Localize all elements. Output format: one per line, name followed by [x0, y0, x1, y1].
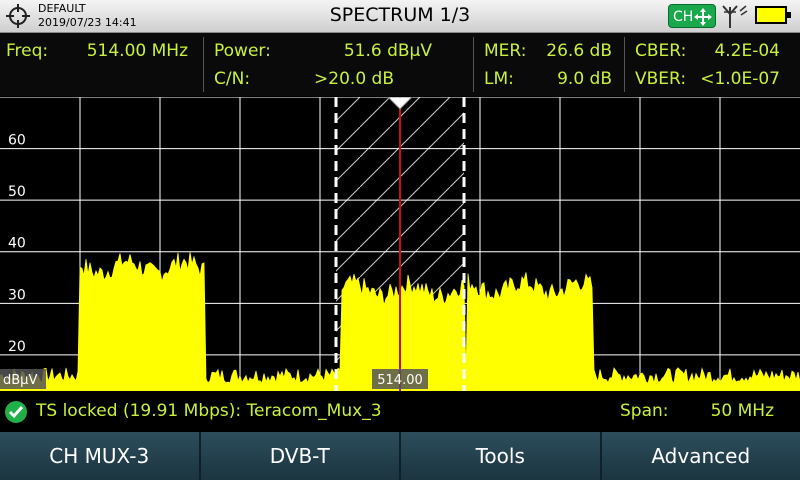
- cn-value: >20.0 dB: [314, 69, 394, 89]
- channel-mode-label: CH: [673, 9, 694, 25]
- cber-label: CBER:: [635, 41, 687, 61]
- power-label: Power:: [214, 41, 271, 61]
- softkey-standard[interactable]: DVB-T: [198, 432, 399, 480]
- antenna-signal-icon: [722, 5, 748, 28]
- check-circle-icon: [5, 401, 27, 423]
- divider: [203, 37, 204, 92]
- span-value: 50 MHz: [710, 401, 774, 421]
- spectrum-plot[interactable]: 20 30 40 50 60 dBµV 514.00: [0, 97, 800, 391]
- span-label: Span:: [620, 401, 669, 421]
- divider: [473, 37, 474, 92]
- ts-lock-status: TS locked (19.91 Mbps): Teracom_Mux_3: [36, 401, 382, 421]
- mer-value: 26.6 dB: [546, 41, 612, 61]
- battery-icon: [755, 6, 791, 24]
- status-bar: TS locked (19.91 Mbps): Teracom_Mux_3 Sp…: [0, 395, 800, 429]
- vber-value: <1.0E-07: [700, 69, 780, 89]
- freq-label: Freq:: [6, 41, 49, 61]
- y-tick-label: 40: [8, 236, 26, 252]
- divider: [624, 37, 625, 92]
- softkey-advanced[interactable]: Advanced: [599, 432, 800, 480]
- measurement-panel: Freq: 514.00 MHz Power: 51.6 dBµV C/N: >…: [0, 33, 800, 96]
- y-axis-ticks: 20 30 40 50 60: [8, 133, 26, 355]
- top-bar: DEFAULT 2019/07/23 14:41 SPECTRUM 1/3 CH: [0, 0, 800, 33]
- move-arrows-icon: [694, 8, 712, 26]
- lm-value: 9.0 dB: [557, 69, 612, 89]
- power-value: 51.6 dBµV: [343, 41, 432, 61]
- marker-frequency-label: 514.00: [377, 373, 423, 388]
- lm-label: LM:: [484, 69, 514, 89]
- softkey-channel[interactable]: CH MUX-3: [0, 432, 199, 480]
- y-tick-label: 20: [8, 339, 26, 355]
- mer-label: MER:: [484, 41, 527, 61]
- y-tick-label: 30: [8, 287, 26, 303]
- y-unit-label: dBµV: [3, 373, 37, 388]
- softkey-tools[interactable]: Tools: [399, 432, 600, 480]
- softkey-bar: CH MUX-3 DVB-T Tools Advanced: [0, 432, 800, 480]
- y-tick-label: 60: [8, 133, 26, 149]
- y-tick-label: 50: [8, 184, 26, 200]
- channel-mode-badge[interactable]: CH: [668, 4, 716, 28]
- cn-label: C/N:: [214, 69, 251, 89]
- vber-label: VBER:: [635, 69, 687, 89]
- cber-value: 4.2E-04: [714, 41, 780, 61]
- freq-value: 514.00 MHz: [86, 41, 188, 61]
